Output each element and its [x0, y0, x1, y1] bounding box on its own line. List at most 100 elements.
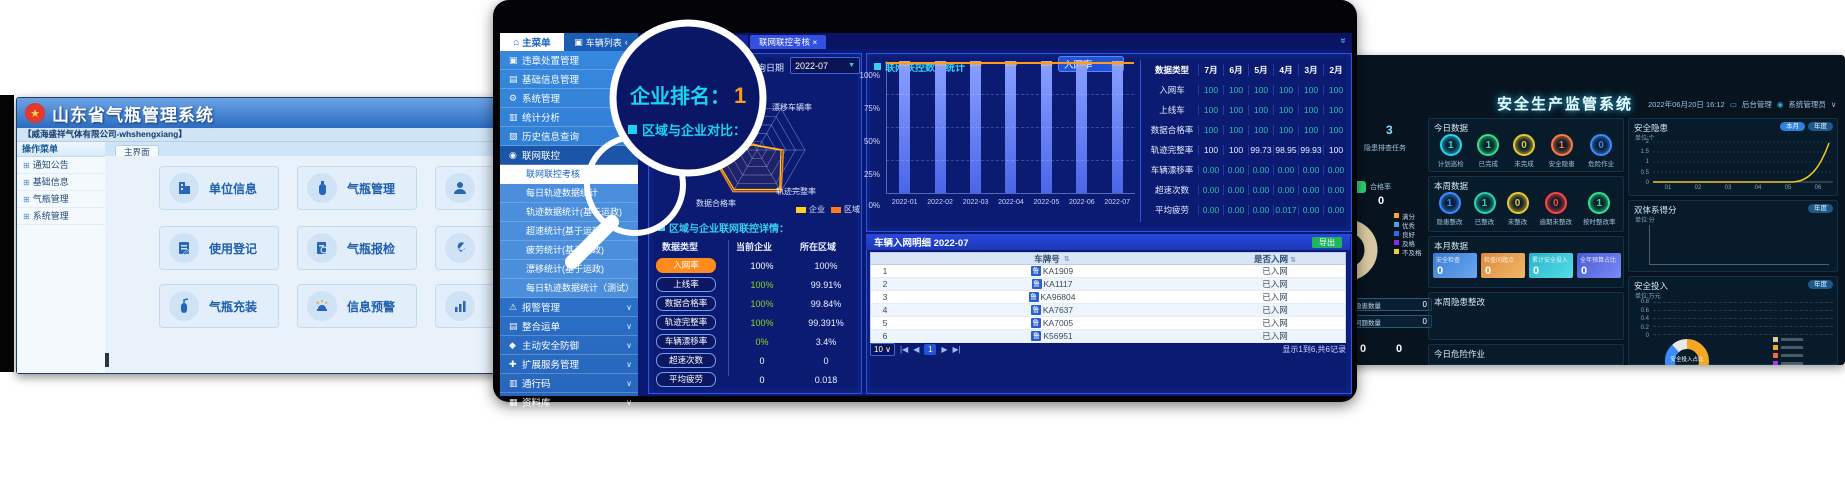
left-app-menu-item[interactable]: ⊞通知公告 [17, 157, 105, 174]
stat-tile[interactable]: 安全检查 0 [1433, 253, 1477, 278]
status-cell: 已入网 [1205, 330, 1345, 342]
card-cylinder-mgmt[interactable]: 气瓶管理 [297, 166, 417, 210]
data-type-button[interactable]: 超速次数 [656, 353, 716, 368]
left-app-menu-item[interactable]: ⊞气瓶管理 [17, 191, 105, 208]
gridline [1653, 318, 1833, 319]
stat-tile[interactable]: 检查问题点 0 [1481, 253, 1525, 278]
period-pill-button[interactable]: 年度 [1808, 280, 1833, 289]
expand-plus-icon[interactable]: ⊞ [23, 178, 30, 187]
xtick: 01 [1653, 185, 1683, 191]
data-type-button[interactable]: 轨迹完整率 [656, 315, 716, 330]
sidebar-menu-item[interactable]: ⚙ 系统管理 [500, 89, 638, 108]
export-button[interactable]: 导出 [1312, 237, 1342, 248]
table-row[interactable]: 4 鲁KA7637 已入网 [870, 304, 1346, 317]
tab-vehicle-list[interactable]: ▣ 车辆列表 ‹ [564, 33, 638, 51]
username-text[interactable]: 系统管理员 [1788, 99, 1826, 110]
gridline [1653, 302, 1833, 303]
stat-circle-label: 未完成 [1514, 158, 1534, 168]
current-page-box[interactable]: 1 [924, 344, 936, 355]
sidebar-submenu-item[interactable]: 轨迹数据统计(基于运政) [500, 203, 638, 222]
content-tab[interactable]: 车辆列表 [642, 35, 694, 49]
data-type-button[interactable]: 上线率 [656, 277, 716, 292]
sidebar-menu-item[interactable]: ▤ 基础信息管理 ∨ [500, 70, 638, 89]
sidebar-submenu-item[interactable]: 漂移统计(基于运政) [500, 260, 638, 279]
month-table-header: 数据类型 7月6月5月4月3月2月 [1146, 60, 1348, 80]
value-cell: 100 [1198, 125, 1223, 135]
data-type-button[interactable]: 平均疲劳 [656, 372, 716, 387]
period-pill-button[interactable]: 年度 [1808, 204, 1833, 213]
table-row[interactable]: 1 鲁KA1909 已入网 [870, 265, 1346, 278]
header-status[interactable]: 是否入网⇅ [1205, 253, 1345, 265]
data-type-button[interactable]: 入网率 [656, 258, 716, 273]
table-row[interactable]: 2 鲁KA1117 已入网 [870, 278, 1346, 291]
stat-circle: 1 隐患整改 [1437, 192, 1463, 226]
tab-main-menu[interactable]: ⌂ 主菜单 [500, 33, 564, 51]
stat-tile[interactable]: 全年预算占比 0 [1577, 253, 1621, 278]
table-row[interactable]: 3 鲁KA96804 已入网 [870, 291, 1346, 304]
admin-link[interactable]: 后台管理 [1742, 99, 1772, 110]
month-table-row: 超速次数 0.000.000.000.000.000.00 [1146, 180, 1348, 200]
data-type-button[interactable]: 车辆漂移率 [656, 334, 716, 349]
sidebar-submenu-item[interactable]: 每日轨迹数据统计（测试） [500, 279, 638, 298]
left-app-tabstrip: 主界面 [105, 142, 501, 157]
card-partial-person[interactable] [435, 166, 501, 210]
stat-circle-label: 隐患整改 [1437, 216, 1463, 226]
sort-icon[interactable]: ⇅ [1290, 257, 1296, 264]
hazard-line-chart [1653, 140, 1833, 184]
chevron-down-icon[interactable]: ∨ [1831, 100, 1837, 109]
card-partial-chart[interactable] [435, 284, 501, 328]
data-type-button[interactable]: 数据合格率 [656, 296, 716, 311]
first-page-button[interactable]: |◀ [900, 345, 908, 354]
prev-page-button[interactable]: ◀ [913, 345, 919, 354]
stat-tile[interactable]: 累计安全投入 0 [1529, 253, 1573, 278]
table-row[interactable]: 5 鲁KA7005 已入网 [870, 317, 1346, 330]
sidebar-menu-item[interactable]: ▣ 违章处置管理 ∨ [500, 51, 638, 70]
sidebar-collapse-icon[interactable]: ‹ [625, 37, 628, 47]
query-date-dropdown[interactable]: 2022-07 ▼ [790, 57, 860, 74]
sidebar-menu-item[interactable]: ▤ 整合运单 ∨ [500, 317, 638, 336]
menu-icon: ▤ [509, 321, 522, 332]
last-page-button[interactable]: ▶| [953, 345, 961, 354]
next-page-button[interactable]: ▶ [941, 345, 947, 354]
sidebar-menu-item[interactable]: ✚ 扩展服务管理 ∨ [500, 355, 638, 374]
sidebar-menu-item[interactable]: ▥ 统计分析 ∨ [500, 108, 638, 127]
card-cylinder-inspect[interactable]: 气瓶报检 [297, 226, 417, 270]
left-app-menu-item[interactable]: ⊞系统管理 [17, 208, 105, 225]
sidebar-menu-item[interactable]: ▥ 通行码 ∨ [500, 374, 638, 393]
legend-chip [1394, 222, 1399, 227]
content-tab[interactable]: 数据查询 [696, 35, 748, 49]
detail-section-title: 区域与企业联网联控详情： [658, 220, 789, 235]
xtick: 03 [1713, 185, 1743, 191]
header-plate[interactable]: 车牌号⇅ [899, 253, 1205, 265]
sidebar-submenu-item[interactable]: 疲劳统计(基于运政) [500, 241, 638, 260]
sidebar-submenu-item[interactable]: 联网联控考核 [500, 165, 638, 184]
sidebar-submenu-item[interactable]: 每日轨迹数据统计 [500, 184, 638, 203]
period-pill-button[interactable]: 本月 [1780, 122, 1805, 131]
period-pill-button[interactable]: 年度 [1808, 122, 1833, 131]
sidebar-menu-item[interactable]: ▦ 资料库 ∨ [500, 393, 638, 412]
card-partial-wrench[interactable] [435, 226, 501, 270]
expand-plus-icon[interactable]: ⊞ [23, 195, 30, 204]
content-tab[interactable]: 联网联控考核 × [750, 35, 826, 49]
sidebar-menu-item[interactable]: ▧ 历史信息查询 ∨ [500, 127, 638, 146]
month-table-row: 数据合格率 100100100100100100 [1146, 120, 1348, 140]
region-value: 99.391% [800, 318, 852, 328]
bar-month-label: 2022-04 [992, 199, 1030, 206]
card-unit-info[interactable]: 单位信息 [159, 166, 279, 210]
home-icon: ⌂ [513, 37, 519, 48]
sidebar-submenu-item[interactable]: 超速统计(基于运政) [500, 222, 638, 241]
stat-row-value: 0 [1423, 300, 1427, 309]
expand-plus-icon[interactable]: ⊞ [23, 212, 30, 221]
xtick: 04 [1743, 185, 1773, 191]
sidebar-menu-item[interactable]: ◆ 主动安全防御 ∨ [500, 336, 638, 355]
collapse-panel-icon[interactable]: » [1338, 38, 1349, 44]
sort-icon[interactable]: ⇅ [1064, 255, 1070, 263]
legend-chip [1394, 249, 1399, 254]
left-app-menu-item[interactable]: ⊞基础信息 [17, 174, 105, 191]
sidebar-menu-item[interactable]: ⚠ 报警管理 ∨ [500, 298, 638, 317]
expand-plus-icon[interactable]: ⊞ [23, 161, 30, 170]
sidebar-menu-item-networking[interactable]: ◉ 联网联控 [500, 146, 638, 165]
card-info-alert[interactable]: 信息预警 [297, 284, 417, 328]
page-size-select[interactable]: 10 ∨ [870, 343, 895, 356]
panel-safety-hazard: 安全隐患 本月年度 单位:个 21.510.50 010203040506 [1628, 118, 1838, 196]
